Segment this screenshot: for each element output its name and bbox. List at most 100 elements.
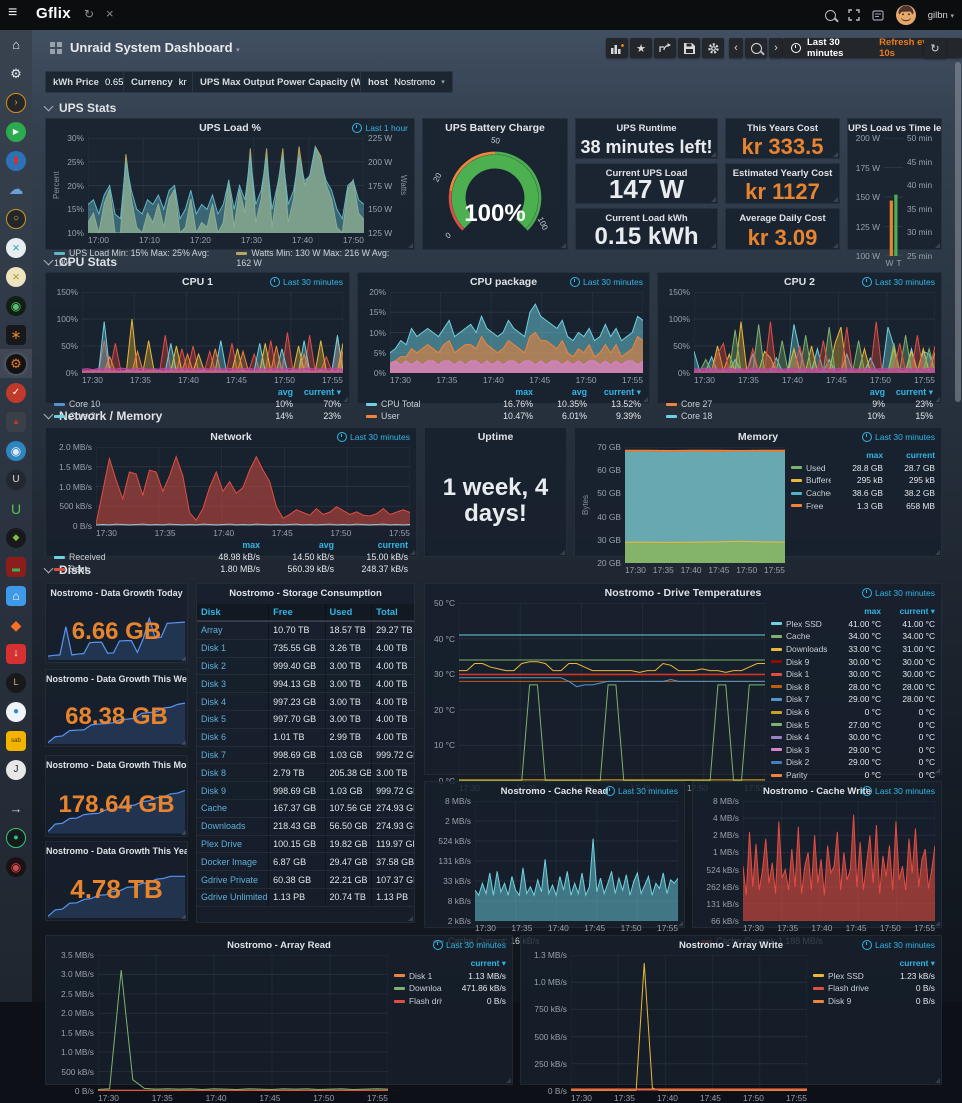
ubiquiti-icon[interactable]: U (0, 465, 32, 494)
username-menu[interactable]: gilbn ▾ (928, 10, 954, 21)
legend-series-user[interactable]: User10.47%6.01%9.39% (366, 410, 641, 422)
tab-close-icon[interactable]: × (106, 6, 114, 21)
panel-title[interactable]: Nostromo - Data Growth This Month (46, 758, 187, 773)
time-back-button[interactable]: ‹ (729, 38, 743, 58)
save-button[interactable] (678, 38, 700, 58)
jackett-icon[interactable]: J (0, 755, 32, 784)
legend-series-cpu-total[interactable]: CPU Total16.76%10.35%13.52% (366, 398, 641, 410)
legend-series-sent[interactable]: Sent1.80 MB/s560.39 kB/s248.37 kB/s (54, 563, 408, 575)
legend-series-downloads[interactable]: Downloads33.00 °C31.00 °C (771, 643, 935, 656)
media-reel-icon[interactable]: ▮ (0, 146, 32, 175)
panel-title[interactable]: Uptime (425, 430, 566, 445)
legend-series-disk-1[interactable]: Disk 11.13 MB/s (394, 970, 506, 983)
star-button[interactable]: ★ (630, 38, 652, 58)
legend-series[interactable]: UPS Load Min: 15% Max: 25% Avg: 19% (54, 248, 218, 268)
column-header[interactable]: Total (372, 604, 414, 621)
panel-title[interactable]: Nostromo - Data Growth This Week (46, 672, 187, 687)
search-app-icon[interactable]: ○ (0, 204, 32, 233)
legend-series-disk-5[interactable]: Disk 527.00 °C0 °C (771, 718, 935, 731)
legend-series-plex-ssd[interactable]: Plex SSD1.23 kB/s (813, 970, 935, 983)
panel-title[interactable]: Nostromo - Data Growth Today (46, 586, 187, 601)
legend-series-parity[interactable]: Parity0 °C0 °C (771, 769, 935, 782)
fullscreen-icon[interactable] (848, 9, 860, 21)
github-icon[interactable]: ● (0, 823, 32, 852)
legend-series-core-2[interactable]: Core 214%23% (54, 410, 341, 422)
extension-icon[interactable] (872, 9, 884, 21)
scrollbar-thumb[interactable] (955, 62, 961, 402)
share-button[interactable] (654, 38, 676, 58)
x-gold-app-icon[interactable]: × (0, 262, 32, 291)
panel-title[interactable]: This Years Cost (726, 121, 839, 135)
legend-series-plex-ssd[interactable]: Plex SSD41.00 °C41.00 °C (771, 618, 935, 631)
legend-series-downloads[interactable]: Downloads471.86 kB/s (394, 982, 506, 995)
home-assistant-icon[interactable]: ⌂ (0, 581, 32, 610)
legend-series-used[interactable]: Used28.8 GB28.7 GB (791, 462, 935, 475)
legend-series-disk-7[interactable]: Disk 729.00 °C28.00 °C (771, 693, 935, 706)
settings-button[interactable] (702, 38, 724, 58)
time-forward-button[interactable]: › (769, 38, 783, 58)
zoom-out-button[interactable] (745, 38, 767, 58)
column-header[interactable]: Free (269, 604, 325, 621)
legend-series-disk-1[interactable]: Disk 130.00 °C30.00 °C (771, 668, 935, 681)
legend-series-core-18[interactable]: Core 1810%15% (666, 410, 933, 422)
column-header[interactable]: Used (325, 604, 372, 621)
panel-title[interactable]: Current Load kWh (576, 211, 717, 224)
logout-icon[interactable]: → (0, 794, 32, 823)
dashboard-title[interactable]: Unraid System Dashboard ▾ (70, 40, 240, 55)
monitor-app-icon[interactable]: ▲ (0, 407, 32, 436)
legend-series-disk-9[interactable]: Disk 90 B/s (813, 995, 935, 1008)
legend-series-disk-4[interactable]: Disk 430.00 °C0 °C (771, 731, 935, 744)
legend-series-disk-2[interactable]: Disk 229.00 °C0 °C (771, 756, 935, 769)
red-wheel-icon[interactable]: ◉ (0, 852, 32, 881)
hamburger-menu-icon[interactable]: ≡ (8, 4, 17, 22)
cloud-app-icon[interactable]: ☁ (0, 175, 32, 204)
legend-series-buffered[interactable]: Buffered295 kB295 kB (791, 474, 935, 487)
refresh-button[interactable]: ↻ (924, 38, 946, 58)
add-panel-button[interactable] (606, 38, 628, 58)
legend-series-disk-8[interactable]: Disk 828.00 °C28.00 °C (771, 681, 935, 694)
legend-series-received[interactable]: Received48.98 kB/s14.50 kB/s15.00 kB/s (54, 551, 408, 563)
panel-title[interactable]: UPS Runtime (576, 121, 717, 136)
dashboard-grid-icon[interactable] (50, 42, 62, 54)
panel-title[interactable]: Average Daily Cost (726, 211, 839, 226)
legend-series-core-27[interactable]: Core 279%23% (666, 398, 933, 410)
plex-media-icon[interactable]: ▶ (0, 117, 32, 146)
legend-series-disk-6[interactable]: Disk 60 °C0 °C (771, 706, 935, 719)
unraid-icon[interactable]: U (0, 494, 32, 523)
gear-orange-app-icon[interactable]: ⚙ (0, 349, 32, 378)
column-header[interactable]: Disk (197, 604, 269, 621)
legend-series-free[interactable]: Free1.3 GB658 MB (791, 499, 935, 512)
share-nodes-app-icon[interactable]: ∗ (0, 320, 32, 349)
tab-refresh-icon[interactable]: ↻ (84, 7, 94, 21)
shield-app-icon[interactable]: ✓ (0, 378, 32, 407)
tautulli-icon[interactable]: › (0, 88, 32, 117)
panel-title[interactable]: UPS Battery Charge (423, 121, 567, 136)
section-ups-stats[interactable]: UPS Stats (45, 101, 116, 115)
legend-series-cache[interactable]: Cache34.00 °C34.00 °C (771, 630, 935, 643)
legend-series-disk-9[interactable]: Disk 930.00 °C30.00 °C (771, 655, 935, 668)
panel-title[interactable]: Nostromo - Storage Consumption (197, 586, 414, 601)
avatar[interactable] (896, 5, 916, 25)
search-icon[interactable] (825, 10, 836, 21)
legend-series-disk-3[interactable]: Disk 329.00 °C0 °C (771, 744, 935, 757)
legend-series-flash-drive[interactable]: Flash drive0 B/s (394, 995, 506, 1008)
legend-series-core-10[interactable]: Core 1010%70% (54, 398, 341, 410)
panel-title[interactable]: Nostromo - Data Growth This Year (46, 844, 187, 859)
x-teal-app-icon[interactable]: × (0, 233, 32, 262)
gitlab-icon[interactable]: ◆ (0, 610, 32, 639)
sabnzbd-icon[interactable]: sab (0, 726, 32, 755)
blue-eye-app-icon[interactable]: ◉ (0, 436, 32, 465)
hat-app-icon[interactable]: ◆ (0, 523, 32, 552)
legend-series[interactable]: Watts Min: 130 W Max: 216 W Avg: 162 W (236, 248, 406, 268)
settings-gear-icon[interactable]: ⚙ (0, 59, 32, 88)
traffic-app-icon[interactable]: ▂ (0, 552, 32, 581)
home-icon[interactable]: ⌂ (0, 30, 32, 59)
droplet-app-icon[interactable]: ● (0, 697, 32, 726)
variable-host[interactable]: hostNostromo▾ (360, 71, 453, 93)
legend-series-cached[interactable]: Cached38.6 GB38.2 GB (791, 487, 935, 500)
swirl-app-icon[interactable]: ◉ (0, 291, 32, 320)
lazylibrarian-icon[interactable]: L (0, 668, 32, 697)
legend-series-flash-drive[interactable]: Flash drive0 B/s (813, 982, 935, 995)
downloader-icon[interactable]: ↓ (0, 639, 32, 668)
panel-title[interactable]: Estimated Yearly Cost (726, 166, 839, 180)
